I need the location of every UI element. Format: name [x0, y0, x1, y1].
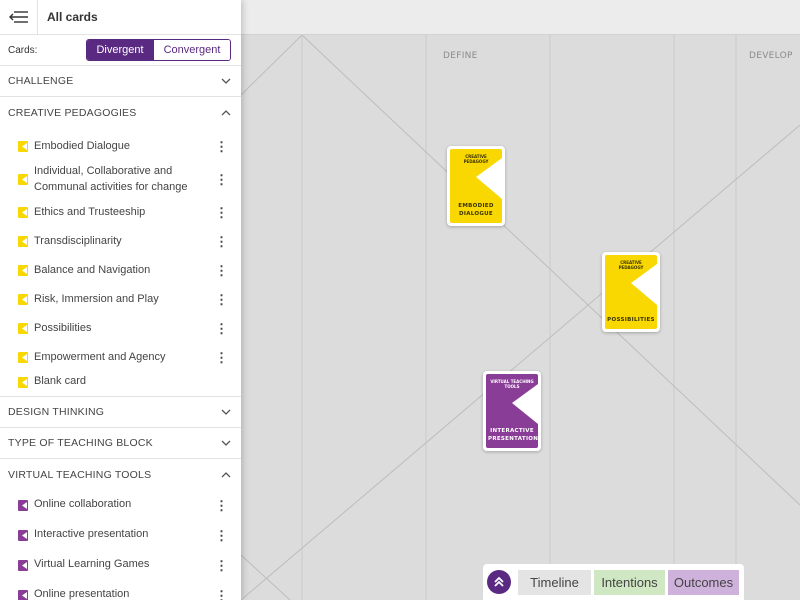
kebab-menu-icon[interactable]: ⋮: [215, 173, 228, 186]
list-item[interactable]: Risk, Immersion and Play ⋮: [0, 285, 241, 314]
virtual-teaching-tools-list: Online collaboration ⋮ Interactive prese…: [0, 490, 241, 600]
chevron-down-icon: [219, 436, 233, 450]
kebab-menu-icon[interactable]: ⋮: [215, 293, 228, 306]
item-label: Embodied Dialogue: [34, 139, 131, 152]
column-label-develop: DEVELOP: [749, 51, 793, 61]
list-item[interactable]: Transdisciplinarity ⋮: [0, 227, 241, 256]
card-icon: [18, 141, 28, 152]
section-label: VIRTUAL TEACHING TOOLS: [8, 468, 152, 481]
card-icon: [18, 294, 28, 305]
item-label: Empowerment and Agency: [34, 350, 166, 363]
kebab-menu-icon[interactable]: ⋮: [215, 264, 228, 277]
list-item[interactable]: Ethics and Trusteeship ⋮: [0, 198, 241, 227]
list-item[interactable]: Possibilities ⋮: [0, 314, 241, 343]
chevron-down-icon: [219, 405, 233, 419]
tab-outcomes[interactable]: Outcomes: [668, 569, 739, 595]
creative-pedagogies-list: Embodied Dialogue ⋮ Individual, Collabor…: [0, 128, 241, 397]
card-title: POSSIBILITIES: [607, 316, 655, 323]
section-label: CHALLENGE: [8, 75, 74, 87]
kebab-menu-icon[interactable]: ⋮: [215, 206, 228, 219]
tab-timeline[interactable]: Timeline: [518, 569, 591, 595]
kebab-menu-icon[interactable]: ⋮: [215, 589, 228, 600]
cards-filter-row: Cards: Divergent Convergent: [0, 35, 241, 66]
list-item[interactable]: Online collaboration ⋮: [0, 490, 241, 520]
list-item[interactable]: Individual, Collaborative and Communal a…: [0, 161, 241, 198]
card-icon: [18, 207, 28, 218]
cards-label: Cards:: [8, 44, 38, 56]
section-challenge[interactable]: CHALLENGE: [0, 66, 241, 97]
chevron-up-icon: [219, 468, 233, 482]
kebab-menu-icon[interactable]: ⋮: [215, 322, 228, 335]
section-design-thinking[interactable]: DESIGN THINKING: [0, 397, 241, 428]
card-icon: [18, 352, 28, 363]
collapse-sidebar-button[interactable]: [0, 0, 38, 35]
card-icon: [18, 559, 28, 571]
card-icon: [18, 174, 28, 185]
item-label: Balance and Navigation: [34, 263, 151, 276]
card-face: CREATIVE PEDAGOGY POSSIBILITIES: [605, 255, 657, 329]
kebab-menu-icon[interactable]: ⋮: [215, 529, 228, 542]
card-title: EMBODIED DIALOGUE: [458, 203, 494, 217]
card-icon: [18, 529, 28, 541]
list-item[interactable]: Balance and Navigation ⋮: [0, 256, 241, 285]
column-label-define: DEFINE: [443, 51, 478, 61]
card-tag: VIRTUAL TEACHING TOOLS: [490, 379, 534, 389]
convergent-button[interactable]: Convergent: [153, 40, 230, 60]
list-item[interactable]: Online presentation ⋮: [0, 580, 241, 600]
item-label: Interactive presentation: [34, 528, 149, 541]
item-label: Transdisciplinarity: [34, 234, 122, 247]
tab-intentions[interactable]: Intentions: [594, 569, 665, 595]
card-icon: [18, 499, 28, 511]
chevron-down-icon: [219, 74, 233, 88]
sidebar-header: All cards: [0, 0, 241, 35]
kebab-menu-icon[interactable]: ⋮: [215, 351, 228, 364]
card-tag: CREATIVE PEDAGOGY: [618, 260, 644, 270]
kebab-menu-icon[interactable]: ⋮: [215, 235, 228, 248]
card-icon: [18, 376, 28, 388]
kebab-menu-icon[interactable]: ⋮: [215, 140, 228, 153]
section-type-of-teaching-block[interactable]: TYPE OF TEACHING BLOCK: [0, 428, 241, 459]
divergent-button[interactable]: Divergent: [87, 40, 153, 60]
item-label: Online collaboration: [34, 498, 132, 511]
sidebar-title: All cards: [47, 10, 98, 24]
item-label: Ethics and Trusteeship: [34, 205, 146, 218]
section-creative-pedagogies[interactable]: CREATIVE PEDAGOGIES: [0, 97, 241, 128]
card-face: CREATIVE PEDAGOGY EMBODIED DIALOGUE: [450, 149, 502, 223]
kebab-menu-icon[interactable]: ⋮: [215, 559, 228, 572]
item-label: Individual, Collaborative and Communal a…: [34, 165, 188, 193]
list-item[interactable]: Virtual Learning Games ⋮: [0, 550, 241, 580]
list-item[interactable]: Empowerment and Agency ⋮: [0, 343, 241, 372]
card-face: VIRTUAL TEACHING TOOLS INTERACTIVE PRESE…: [486, 374, 538, 448]
item-label: Blank card: [34, 375, 86, 388]
section-label: CREATIVE PEDAGOGIES: [8, 106, 137, 119]
card-sidebar: All cards Cards: Divergent Convergent CH…: [0, 0, 241, 600]
bottom-toolbar: Timeline Intentions Outcomes: [483, 564, 744, 600]
item-label: Possibilities: [34, 321, 92, 334]
item-label: Online presentation: [34, 588, 130, 600]
double-chevron-up-icon: [494, 576, 504, 587]
card-icon: [18, 589, 28, 600]
section-label: TYPE OF TEACHING BLOCK: [8, 437, 153, 449]
card-icon: [18, 236, 28, 247]
item-label: Risk, Immersion and Play: [34, 292, 159, 305]
list-item[interactable]: Blank card: [0, 372, 241, 392]
card-title: INTERACTIVE PRESENTATION: [488, 428, 538, 442]
list-item[interactable]: Embodied Dialogue ⋮: [0, 132, 241, 161]
item-label: Virtual Learning Games: [34, 558, 150, 571]
canvas-card-possibilities[interactable]: CREATIVE PEDAGOGY POSSIBILITIES: [602, 252, 660, 332]
card-icon: [18, 265, 28, 276]
chevron-up-icon: [219, 106, 233, 120]
section-virtual-teaching-tools[interactable]: VIRTUAL TEACHING TOOLS: [0, 459, 241, 490]
menu-collapse-icon: [8, 11, 28, 23]
canvas-card-interactive-presentation[interactable]: VIRTUAL TEACHING TOOLS INTERACTIVE PRESE…: [483, 371, 541, 451]
card-icon: [18, 323, 28, 334]
section-label: DESIGN THINKING: [8, 406, 105, 418]
list-item[interactable]: Interactive presentation ⋮: [0, 520, 241, 550]
divergent-convergent-toggle: Divergent Convergent: [86, 39, 231, 61]
card-tag: CREATIVE PEDAGOGY: [463, 154, 489, 164]
expand-panel-button[interactable]: [487, 570, 511, 594]
canvas-card-embodied-dialogue[interactable]: CREATIVE PEDAGOGY EMBODIED DIALOGUE: [447, 146, 505, 226]
kebab-menu-icon[interactable]: ⋮: [215, 499, 228, 512]
